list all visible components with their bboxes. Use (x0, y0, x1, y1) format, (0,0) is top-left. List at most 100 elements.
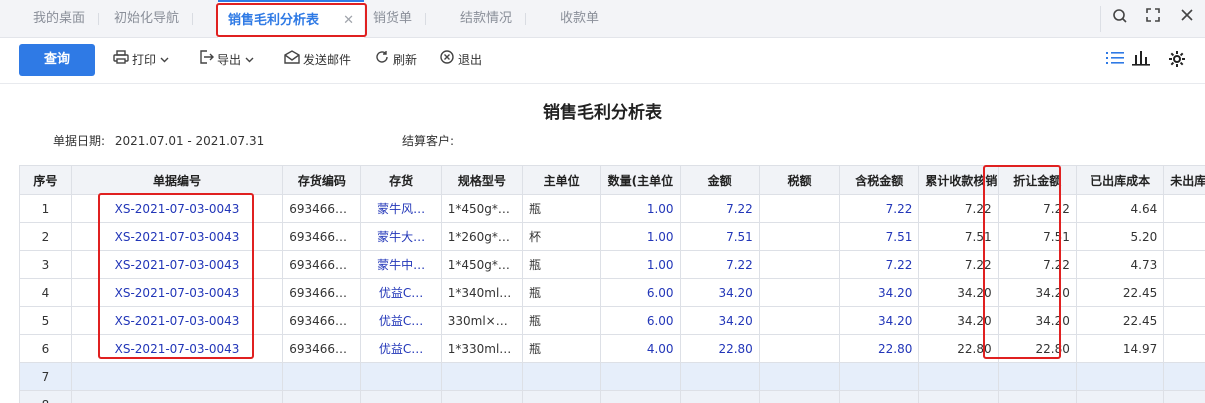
cell-unshipped (1163, 194, 1205, 223)
export-button[interactable]: 导出 (198, 38, 254, 84)
exit-button[interactable]: 退出 (439, 38, 482, 84)
cell-index: 2 (19, 222, 72, 251)
cell-tax (758, 334, 841, 363)
tab-label: 销货单 (373, 11, 413, 26)
cell-index: 1 (19, 194, 72, 223)
col-header[interactable]: 税额 (758, 165, 841, 195)
list-view-icon[interactable] (1105, 50, 1125, 70)
cell-spec: 1*330ml… (440, 334, 524, 363)
col-header[interactable]: 单据编号 (70, 165, 284, 195)
col-header[interactable]: 存货 (360, 165, 442, 195)
refresh-button[interactable]: 刷新 (374, 38, 417, 84)
cell-quantity: 4.00 (600, 334, 681, 363)
print-button[interactable]: 打印 (113, 38, 169, 84)
cell-item-code: 693466… (282, 334, 362, 363)
cell-index: 4 (19, 278, 72, 307)
col-header[interactable]: 未出库 (1163, 165, 1205, 195)
cell-empty (600, 362, 681, 391)
cell-amount: 34.20 (679, 306, 760, 335)
cell-empty (839, 362, 920, 391)
cell-empty (1075, 362, 1165, 391)
cell-unshipped (1163, 222, 1205, 251)
cell-tax (758, 250, 841, 279)
cell-spec: 1*340ml… (440, 278, 524, 307)
cell-unshipped (1163, 250, 1205, 279)
cell-shipped-cost: 4.64 (1075, 194, 1165, 223)
report-title: 销售毛利分析表 (543, 103, 662, 123)
cell-quantity: 1.00 (600, 194, 681, 223)
col-header[interactable]: 序号 (19, 165, 72, 195)
chart-view-icon[interactable] (1131, 50, 1151, 70)
highlight-box-doc-number (98, 193, 254, 359)
cell-empty (839, 390, 920, 403)
send-mail-button[interactable]: 发送邮件 (284, 38, 351, 84)
col-header[interactable]: 金额 (679, 165, 760, 195)
col-header[interactable]: 数量(主单位 (600, 165, 681, 195)
cell-amount-with-tax: 34.20 (839, 306, 920, 335)
cell-empty (522, 362, 602, 391)
table-row-empty[interactable]: 8 (19, 390, 1205, 403)
cell-unit: 瓶 (522, 278, 602, 307)
cell-empty (1163, 390, 1205, 403)
cell-shipped-cost: 4.73 (1075, 250, 1165, 279)
cell-spec: 330ml×… (440, 306, 524, 335)
tab-label: 收款单 (560, 11, 600, 26)
cell-index: 8 (19, 390, 72, 403)
cell-unit: 瓶 (522, 194, 602, 223)
query-button[interactable]: 查询 (19, 44, 95, 76)
cell-unit: 杯 (522, 222, 602, 251)
cell-empty (600, 390, 681, 403)
printer-icon (113, 38, 129, 82)
col-header[interactable]: 存货编码 (282, 165, 362, 195)
cell-amount: 7.22 (679, 194, 760, 223)
chevron-down-icon (245, 53, 254, 67)
cell-index: 6 (19, 334, 72, 363)
cell-item-code: 693466… (282, 222, 362, 251)
send-mail-label: 发送邮件 (303, 53, 352, 67)
tab-desktop[interactable]: 我的桌面 (33, 0, 100, 38)
col-header[interactable]: 已出库成本 (1075, 165, 1165, 195)
tab-bar: 我的桌面 初始化导航 销售毛利分析表 ✕ 销货单 结款情况 收款单 (0, 0, 1205, 38)
cell-tax (758, 222, 841, 251)
tab-label: 初始化导航 (114, 11, 180, 26)
tab-receipt[interactable]: 收款单 (560, 0, 599, 38)
cell-amount-with-tax: 22.80 (839, 334, 920, 363)
cell-shipped-cost: 14.97 (1075, 334, 1165, 363)
col-header[interactable]: 规格型号 (440, 165, 524, 195)
cell-item-name[interactable]: 蒙牛中… (360, 250, 442, 279)
refresh-icon (374, 38, 390, 82)
cell-empty (1075, 390, 1165, 403)
exit-label: 退出 (458, 53, 483, 67)
cell-tax (758, 278, 841, 307)
cell-item-code: 693466… (282, 278, 362, 307)
cell-item-name[interactable]: 优益C… (360, 306, 442, 335)
col-header[interactable]: 含税金额 (839, 165, 920, 195)
cell-unit: 瓶 (522, 334, 602, 363)
cell-tax (758, 306, 841, 335)
cell-item-name[interactable]: 蒙牛风… (360, 194, 442, 223)
cell-spec: 1*450g*… (440, 250, 524, 279)
tab-payment-status[interactable]: 结款情况 (460, 0, 527, 38)
customer-filter: 结算客户: (402, 132, 454, 149)
exit-icon (439, 38, 455, 82)
cell-item-name[interactable]: 蒙牛大… (360, 222, 442, 251)
cell-item-code: 693466… (282, 250, 362, 279)
cell-item-name[interactable]: 优益C… (360, 278, 442, 307)
cell-index: 7 (19, 362, 72, 391)
cell-item-name[interactable]: 优益C… (360, 334, 442, 363)
cell-empty (1163, 362, 1205, 391)
cell-amount-with-tax: 7.22 (839, 194, 920, 223)
cell-index: 5 (19, 306, 72, 335)
gear-icon[interactable] (1167, 50, 1187, 70)
col-header[interactable]: 主单位 (522, 165, 602, 195)
tab-sales-order[interactable]: 销货单 (373, 0, 427, 38)
tab-init-nav[interactable]: 初始化导航 (114, 0, 194, 38)
close-window-icon[interactable] (1177, 8, 1197, 28)
cell-amount: 22.80 (679, 334, 760, 363)
highlight-box-tab (216, 3, 367, 37)
cell-tax (758, 194, 841, 223)
fullscreen-icon[interactable] (1143, 8, 1163, 28)
search-icon[interactable] (1110, 8, 1130, 28)
date-range: 单据日期: 2021.07.01 - 2021.07.31 (53, 132, 264, 149)
table-row-empty[interactable]: 7 (19, 362, 1205, 391)
